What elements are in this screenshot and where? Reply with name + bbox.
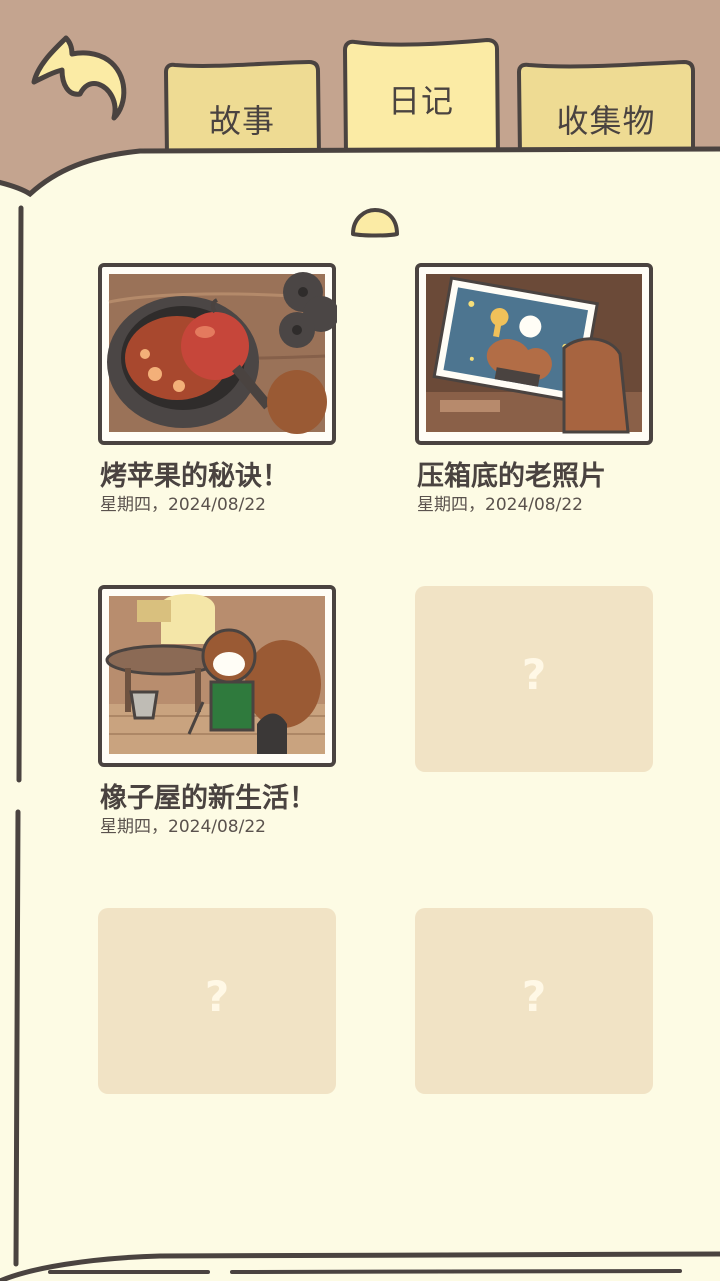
locked-entry-slot[interactable]: ?	[415, 586, 653, 772]
locked-entry-slot[interactable]: ?	[98, 908, 336, 1094]
back-arrow-icon	[31, 35, 127, 121]
tab-story-label: 故事	[208, 102, 275, 140]
baked-apple-photo	[98, 263, 337, 445]
entry-title: 烤苹果的秘诀！	[100, 461, 289, 492]
entry-date: 星期四，2024/08/22	[100, 817, 266, 837]
tab-diary[interactable]: 日记	[342, 38, 500, 156]
caret-up-icon	[351, 208, 399, 238]
tab-collection[interactable]: 收集物	[516, 60, 696, 156]
question-mark-icon: ?	[521, 650, 547, 699]
tab-story[interactable]: 故事	[163, 60, 321, 156]
question-mark-icon: ?	[521, 972, 547, 1021]
tab-collection-label: 收集物	[556, 102, 656, 140]
locked-entry-slot[interactable]: ?	[415, 908, 653, 1094]
old-photo-photo	[415, 263, 653, 445]
entry-date: 星期四，2024/08/22	[417, 495, 583, 515]
back-button[interactable]	[28, 32, 132, 128]
acorn-house-photo	[98, 585, 336, 767]
scroll-up-button[interactable]	[349, 206, 401, 240]
entry-title: 橡子屋的新生活！	[100, 783, 316, 814]
entry-title: 压箱底的老照片	[417, 461, 606, 492]
tab-diary-label: 日记	[387, 82, 454, 120]
entry-date: 星期四，2024/08/22	[100, 495, 266, 515]
question-mark-icon: ?	[204, 972, 230, 1021]
